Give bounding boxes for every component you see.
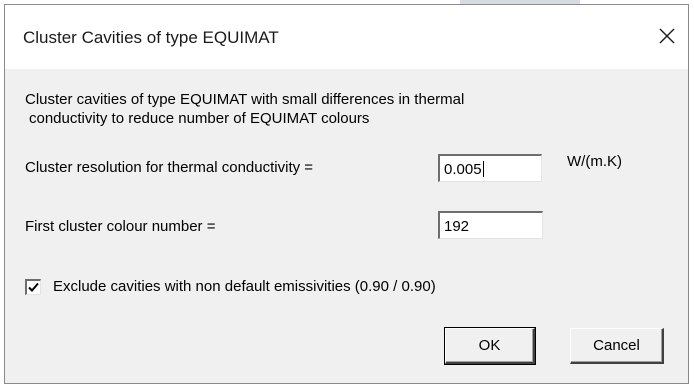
ok-button[interactable]: OK <box>444 327 536 365</box>
cluster-cavities-dialog: Cluster Cavities of type EQUIMAT Cluster… <box>4 4 689 384</box>
close-icon <box>659 28 675 44</box>
resolution-label: Cluster resolution for thermal conductiv… <box>25 159 314 176</box>
dialog-title: Cluster Cavities of type EQUIMAT <box>23 28 279 47</box>
resolution-unit: W/(m.K) <box>567 153 622 170</box>
title-bar[interactable]: Cluster Cavities of type EQUIMAT <box>5 5 688 69</box>
checkmark-icon <box>28 282 39 292</box>
close-button[interactable] <box>652 19 682 53</box>
description-text: Cluster cavities of type EQUIMAT with sm… <box>25 90 625 128</box>
first-colour-value: 192 <box>444 218 470 235</box>
first-colour-label: First cluster colour number = <box>25 218 216 235</box>
resolution-input[interactable]: 0.005 <box>438 154 542 182</box>
description-line-2: conductivity to reduce number of EQUIMAT… <box>29 110 370 127</box>
exclude-emissivities-label: Exclude cavities with non default emissi… <box>53 278 436 295</box>
description-line-1: Cluster cavities of type EQUIMAT with sm… <box>25 91 465 108</box>
resolution-value: 0.005 <box>444 161 482 178</box>
first-colour-input[interactable]: 192 <box>438 211 543 239</box>
exclude-emissivities-checkbox[interactable] <box>25 278 41 295</box>
exclude-emissivities-option[interactable]: Exclude cavities with non default emissi… <box>25 278 436 295</box>
text-caret <box>482 161 484 177</box>
cancel-button[interactable]: Cancel <box>570 328 664 364</box>
